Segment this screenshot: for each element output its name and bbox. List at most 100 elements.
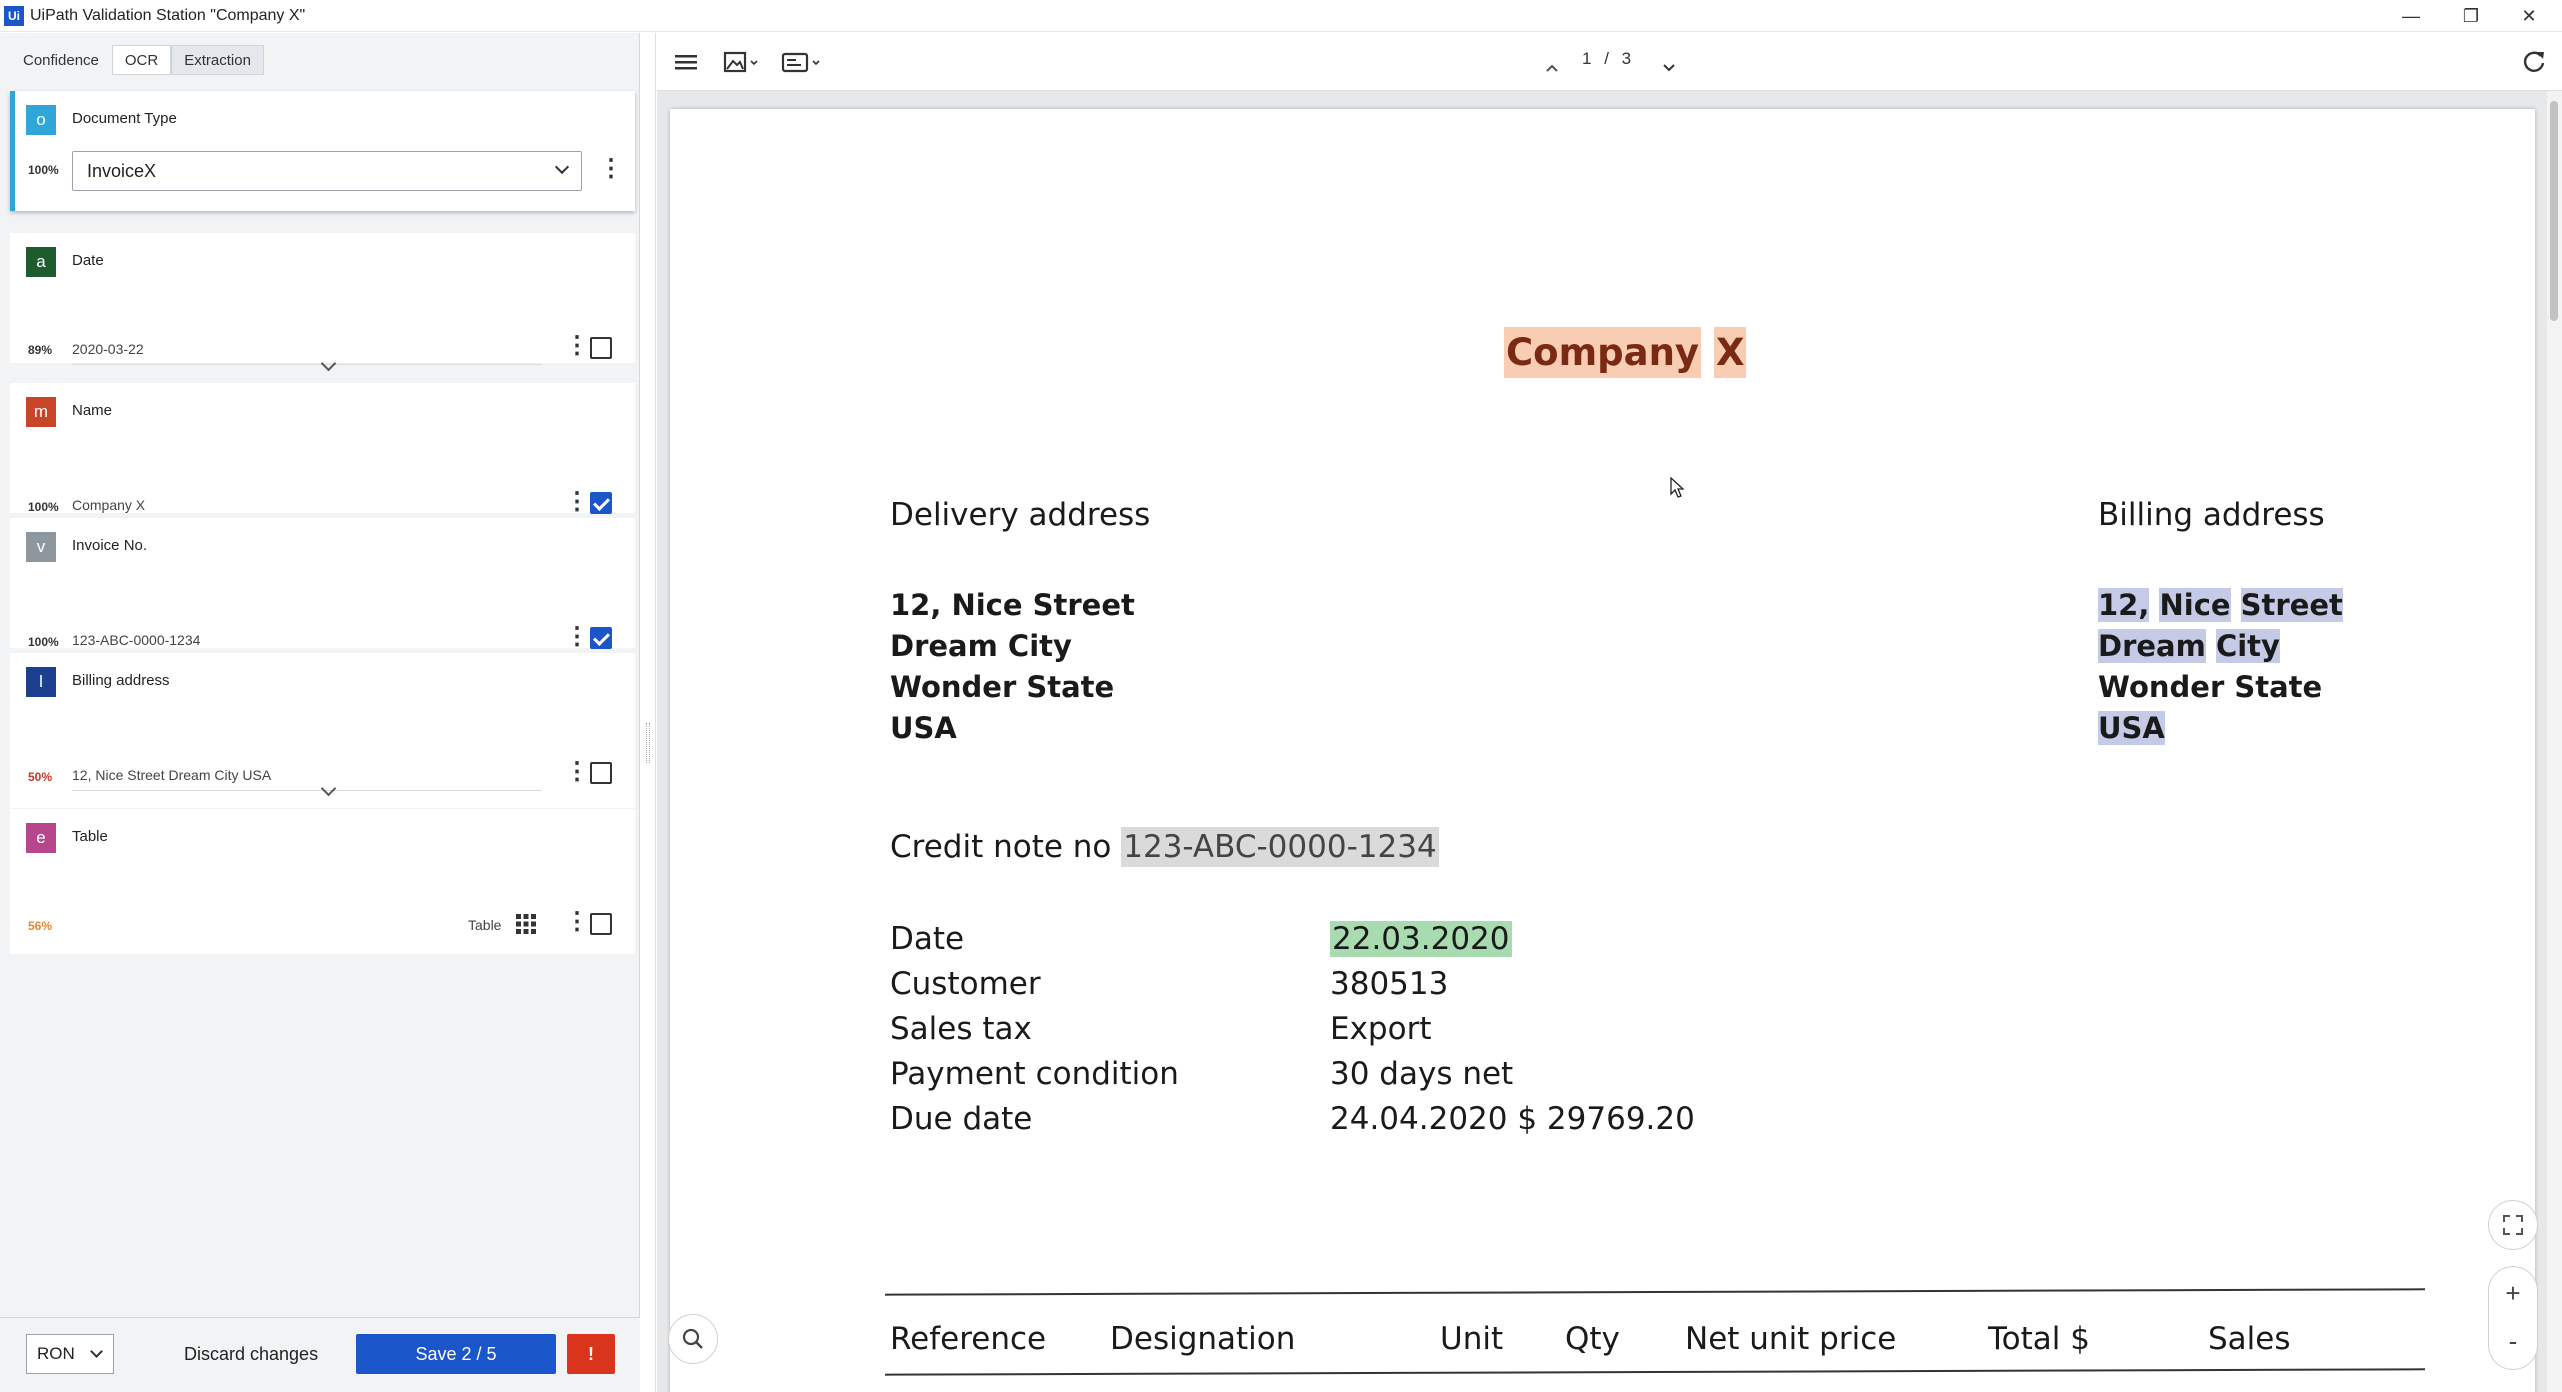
more-options-icon[interactable]: ⋮ [599,155,623,185]
document-page[interactable]: Company X Delivery address Billing addre… [670,109,2535,1392]
more-options-icon[interactable]: ⋮ [565,758,589,788]
more-options-icon[interactable]: ⋮ [565,488,589,518]
total-pages: 3 [1621,49,1632,68]
chevron-down-icon [90,1345,103,1358]
delivery-line: 12, Nice Street [890,588,1135,622]
field-title: Date [72,252,104,269]
validation-alert-button[interactable]: ! [567,1334,615,1374]
document-type-select[interactable]: InvoiceX [72,151,582,191]
fields-panel: Confidence OCR Extraction o Document Typ… [0,33,640,1392]
table-header-total: Total $ [1988,1321,2090,1357]
zoom-in-button[interactable]: + [2489,1267,2537,1319]
tab-ocr[interactable]: OCR [111,45,172,75]
document-type-card: o Document Type 100% InvoiceX ⋮ [10,91,635,211]
menu-icon[interactable] [673,47,699,77]
credit-note-line: Credit note no 123-ABC-0000-1234 [890,827,1439,867]
scrollbar-thumb[interactable] [2550,101,2558,321]
table-header-designation: Designation [1110,1321,1296,1357]
confidence-value: 100% [28,500,59,514]
document-viewer[interactable]: Company X Delivery address Billing addre… [657,91,2562,1392]
window-title: UiPath Validation Station "Company X" [30,7,306,24]
refresh-icon[interactable] [2519,47,2549,77]
confidence-value: 100% [28,163,59,177]
billing-address-block[interactable]: 12, Nice Street Dream City Wonder State … [2098,585,2343,749]
confirm-checkbox[interactable] [590,762,612,784]
page-indicator: 1 / 3 [1582,49,1631,69]
field-type-icon: e [26,823,56,853]
billing-line[interactable]: Wonder State [2098,667,2343,708]
date-value[interactable]: 22.03.2020 [1330,921,1512,957]
credit-note-number[interactable]: 123-ABC-0000-1234 [1121,827,1439,867]
expand-chevron-icon[interactable] [318,783,338,799]
delivery-line: Wonder State [890,670,1115,704]
fullscreen-icon [2503,1215,2523,1235]
zoom-control: + - [2488,1266,2538,1370]
search-icon [682,1328,703,1349]
table-header-sales: Sales [2208,1321,2291,1357]
mouse-cursor-icon [1670,477,1685,498]
delivery-address-heading: Delivery address [890,497,1151,533]
viewer-toolbar: 1 / 3 [657,33,2562,91]
page-separator: / [1604,49,1609,68]
field-title: Name [72,402,113,419]
save-button[interactable]: Save 2 / 5 [356,1334,556,1374]
confirm-checkbox[interactable] [590,492,612,514]
discard-changes-button[interactable]: Discard changes [170,1334,332,1374]
table-header-qty: Qty [1565,1321,1620,1357]
restore-button[interactable]: ❐ [2442,0,2500,32]
confirm-checkbox[interactable] [590,337,612,359]
close-button[interactable]: ✕ [2500,0,2558,32]
field-card-date: a Date 89% 2020-03-22 ⋮ [10,233,635,365]
field-title: Billing address [72,672,170,689]
delivery-line: USA [890,711,957,745]
next-page-icon[interactable] [1660,53,1678,83]
more-options-icon[interactable]: ⋮ [565,332,589,362]
view-tabs: Confidence OCR Extraction [10,45,264,75]
document-type-value: InvoiceX [87,161,157,181]
table-header-unit: Unit [1440,1321,1504,1357]
image-view-icon[interactable] [723,47,763,77]
name-field[interactable]: Company X [72,489,542,521]
date-field[interactable]: 2020-03-22 [72,333,542,365]
search-button[interactable] [668,1314,718,1364]
invoice-no-field[interactable]: 123-ABC-0000-1234 [72,624,542,656]
tab-extraction[interactable]: Extraction [171,45,264,75]
drag-handle-icon[interactable] [646,723,650,763]
field-type-icon: m [26,397,56,427]
table-top-rule [885,1288,2425,1296]
table-grid-icon[interactable] [515,913,537,935]
currency-select[interactable]: RON [26,1334,114,1374]
company-name[interactable]: Company X [1504,327,1747,378]
current-page[interactable]: 1 [1582,49,1591,68]
field-type-icon: l [26,667,56,697]
more-options-icon[interactable]: ⋮ [565,623,589,653]
tab-confidence[interactable]: Confidence [10,45,112,75]
text-view-icon[interactable] [781,47,825,77]
field-title: Document Type [72,110,177,127]
field-card-invoice-no: v Invoice No. 100% 123-ABC-0000-1234 ⋮ [10,518,635,656]
delivery-line: Dream City [890,629,1072,663]
billing-line: 12, Nice Street [2098,588,2343,622]
confidence-value: 89% [28,343,53,357]
details-labels: Date Customer Sales tax Payment conditio… [890,921,1179,1137]
previous-page-icon[interactable] [1543,53,1561,83]
fit-to-page-button[interactable] [2488,1200,2538,1250]
vertical-scrollbar[interactable] [2547,91,2562,1392]
confidence-value: 50% [28,770,53,784]
app-logo: Ui [4,6,24,26]
confirm-checkbox[interactable] [590,913,612,935]
title-bar: Ui UiPath Validation Station "Company X"… [0,0,2562,32]
field-title: Table [72,828,108,845]
zoom-out-button[interactable]: - [2489,1319,2537,1371]
field-type-icon: v [26,532,56,562]
more-options-icon[interactable]: ⋮ [565,908,589,938]
expand-chevron-icon[interactable] [318,358,338,374]
billing-address-field[interactable]: 12, Nice Street Dream City USA [72,759,542,791]
minimize-button[interactable]: — [2382,0,2440,32]
confirm-checkbox[interactable] [590,627,612,649]
billing-line: Dream City [2098,629,2280,663]
field-card-table: e Table 56% Table ⋮ [10,809,635,954]
panel-splitter[interactable] [641,33,656,1392]
currency-value: RON [37,1344,75,1363]
delivery-address-block: 12, Nice Street Dream City Wonder State … [890,585,1135,749]
